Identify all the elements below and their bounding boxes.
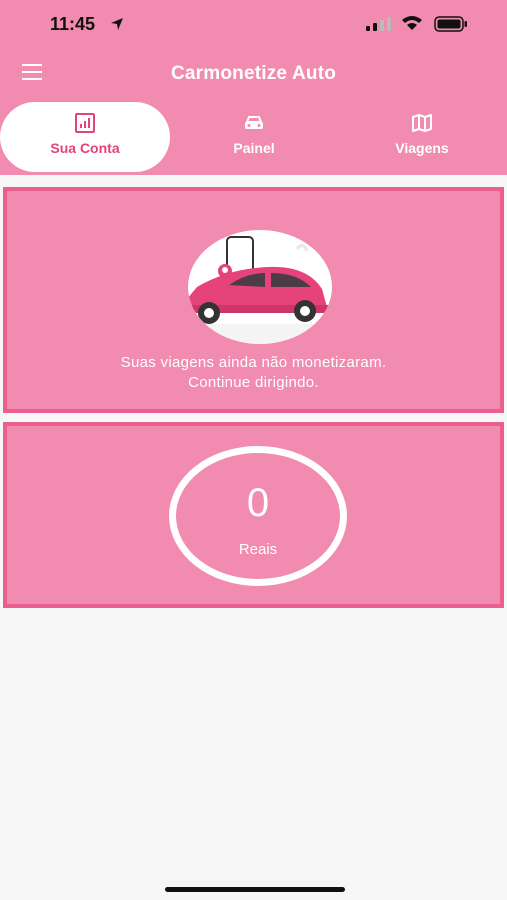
- cellular-signal-icon: [366, 17, 391, 31]
- status-bar: 11:45: [0, 0, 507, 50]
- trips-status-message: Suas viagens ainda não monetizaram. Cont…: [7, 353, 500, 393]
- app-bar: Carmonetize Auto: [0, 50, 507, 100]
- home-indicator[interactable]: [165, 887, 345, 892]
- tab-sua-conta[interactable]: Sua Conta: [0, 102, 170, 172]
- tab-label: Viagens: [395, 140, 449, 156]
- app-header: 11:45 Carmonetize Auto Sua Conta Painel …: [0, 0, 507, 175]
- tab-viagens[interactable]: Viagens: [337, 102, 507, 172]
- tab-painel[interactable]: Painel: [169, 102, 339, 172]
- earnings-amount: 0: [246, 481, 270, 525]
- tab-label: Painel: [233, 140, 275, 156]
- trips-message-line1: Suas viagens ainda não monetizaram.: [120, 354, 387, 371]
- car-location-illustration: [188, 230, 332, 344]
- battery-icon: [434, 16, 467, 32]
- wifi-icon: [402, 16, 422, 30]
- trips-status-card: Suas viagens ainda não monetizaram. Cont…: [3, 187, 504, 413]
- car-icon: [245, 116, 263, 129]
- earnings-currency: Reais: [238, 541, 278, 558]
- map-icon: [412, 114, 432, 132]
- earnings-ring: 0 Reais: [169, 446, 347, 586]
- earnings-card: 0 Reais: [3, 422, 504, 608]
- tab-label: Sua Conta: [50, 140, 120, 156]
- status-time: 11:45: [50, 14, 96, 34]
- location-arrow-icon: [111, 18, 123, 30]
- tab-bar: Sua Conta Painel Viagens: [0, 102, 507, 172]
- chart-icon: [75, 113, 95, 133]
- app-title: Carmonetize Auto: [170, 63, 337, 84]
- trips-message-line2: Continue dirigindo.: [188, 374, 319, 391]
